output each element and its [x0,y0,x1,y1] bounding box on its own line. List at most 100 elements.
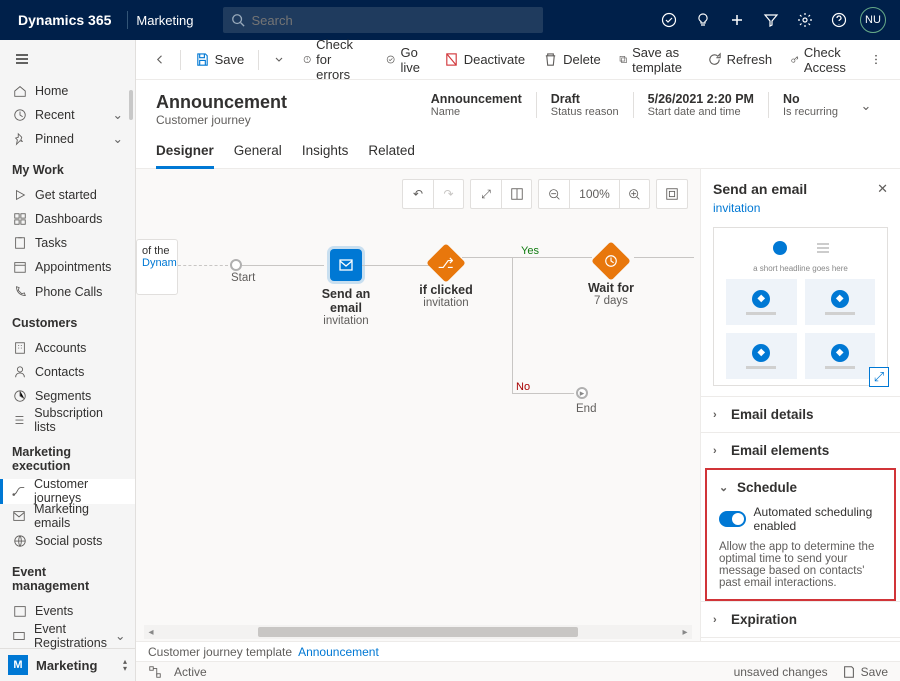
sidebar-item-social[interactable]: Social posts [0,529,135,553]
tab-related[interactable]: Related [368,143,415,168]
lightbulb-icon[interactable] [686,0,720,40]
overflow-button[interactable] [862,45,890,75]
template-link[interactable]: Announcement [298,645,379,659]
properties-panel: Send an email ✕ invitation a short headl… [700,169,900,661]
horizontal-scrollbar[interactable]: ◂▸ [144,625,692,639]
condition-tile[interactable]: ⎇ if clickedinvitation [416,249,476,309]
sidebar-item-segments[interactable]: Segments [0,384,135,408]
minimap-button[interactable] [501,180,531,208]
fit-button[interactable] [657,180,687,208]
tab-general[interactable]: General [234,143,282,168]
settings-icon[interactable] [788,0,822,40]
assistant-icon[interactable] [652,0,686,40]
branch-icon: ⎇ [426,243,466,283]
expand-preview-icon[interactable]: ⤢ [869,367,889,387]
sidebar-item-appointments[interactable]: Appointments [0,255,135,279]
yes-label: Yes [521,245,539,257]
chevron-down-icon: ⌄ [113,131,123,146]
acc-details[interactable]: ›Email details [701,396,900,432]
end-node[interactable] [576,387,588,399]
sidebar-item-journeys[interactable]: Customer journeys [0,479,135,504]
expand-button[interactable]: ⤢ [471,180,501,208]
home-icon [12,83,27,98]
sidebar-item-accounts[interactable]: Accounts [0,336,135,360]
sidebar-item-eventreg[interactable]: Event Registrations⌄ [0,623,135,648]
save-button[interactable]: Save [187,45,253,75]
sidebar-item-recent[interactable]: Recent⌄ [0,103,135,127]
brand[interactable]: Dynamics 365 [10,12,119,28]
close-icon[interactable]: ✕ [877,181,888,197]
header-expand[interactable]: ⌄ [852,92,880,114]
save-template-button[interactable]: Save as template [611,45,697,75]
truncated-tile[interactable]: of theDynam [136,239,178,295]
search-icon [231,13,245,27]
refresh-button[interactable]: Refresh [699,45,781,75]
zoom-level[interactable]: 100% [569,180,619,208]
template-bar: Customer journey template Announcement [136,641,900,661]
tab-insights[interactable]: Insights [302,143,349,168]
acc-expiration[interactable]: ›Expiration [701,601,900,637]
designer-canvas[interactable]: ↶↷ ⤢ 100% of theDynam Start Send an emai… [136,169,900,681]
building-icon [12,340,27,355]
section-marketing: Marketing execution [0,433,135,479]
tab-designer[interactable]: Designer [156,143,214,169]
acc-elements[interactable]: ›Email elements [701,432,900,468]
app-name[interactable]: Marketing [136,13,193,28]
back-button[interactable] [146,45,174,75]
sidebar-item-home[interactable]: Home [0,79,135,103]
canvas-toolbar: ↶↷ ⤢ 100% [402,179,688,209]
check-errors-button[interactable]: Check for errors [295,45,376,75]
sidebar-item-phonecalls[interactable]: Phone Calls [0,279,135,303]
sidebar-item-tasks[interactable]: Tasks [0,231,135,255]
area-switcher[interactable]: M Marketing ▴▾ [0,648,135,681]
clock-icon [12,107,27,122]
mail-icon [12,509,26,524]
sidebar-item-pinned[interactable]: Pinned⌄ [0,127,135,151]
content-area: Save Check for errors Go live Deactivate… [136,40,900,681]
chevron-down-icon: ⌄ [115,628,125,643]
status-bar: Active unsaved changes Save [136,661,900,681]
search-input[interactable] [251,13,535,28]
delete-button[interactable]: Delete [535,45,609,75]
email-link[interactable]: invitation [701,201,900,223]
deactivate-button[interactable]: Deactivate [436,45,533,75]
mail-icon [330,249,362,281]
flow-icon[interactable] [148,665,162,679]
plus-icon[interactable] [720,0,754,40]
journey-icon [12,484,26,499]
sidebar-item-dashboards[interactable]: Dashboards [0,207,135,231]
undo-button[interactable]: ↶ [403,180,433,208]
grid-icon [12,212,27,227]
help-icon[interactable] [822,0,856,40]
list-icon [12,413,26,428]
sidebar-item-contacts[interactable]: Contacts [0,360,135,384]
save-dropdown[interactable] [265,45,293,75]
sidebar-item-memails[interactable]: Marketing emails [0,504,135,529]
go-live-button[interactable]: Go live [378,45,434,75]
filter-icon[interactable] [754,0,788,40]
chevron-down-icon: ⌄ [113,107,123,122]
sidebar: Home Recent⌄ Pinned⌄ My Work Get started… [0,40,136,681]
global-search[interactable] [223,7,543,33]
sidebar-item-sublists[interactable]: Subscription lists [0,408,135,433]
footer-save-button[interactable]: Save [842,665,888,679]
zoom-out-button[interactable] [539,180,569,208]
check-access-button[interactable]: Check Access [782,45,860,75]
play-icon [12,188,27,203]
zoom-in-button[interactable] [619,180,649,208]
hamburger-button[interactable] [0,40,135,79]
ticket-icon [12,628,26,643]
calendar-icon [12,260,27,275]
user-avatar[interactable]: NU [856,0,890,40]
record-header: Announcement Customer journey Announceme… [136,80,900,127]
redo-button[interactable]: ↷ [433,180,463,208]
tabs: Designer General Insights Related [136,127,900,169]
command-bar: Save Check for errors Go live Deactivate… [136,40,900,80]
sidebar-item-events[interactable]: Events [0,599,135,623]
start-node[interactable] [230,259,242,271]
sidebar-item-getstarted[interactable]: Get started [0,183,135,207]
acc-schedule[interactable]: ⌄Schedule Automated scheduling enabled A… [705,468,896,601]
schedule-toggle[interactable] [719,511,746,527]
email-tile[interactable]: Send an emailinvitation [306,249,386,327]
wait-tile[interactable]: Wait for7 days [576,247,646,307]
